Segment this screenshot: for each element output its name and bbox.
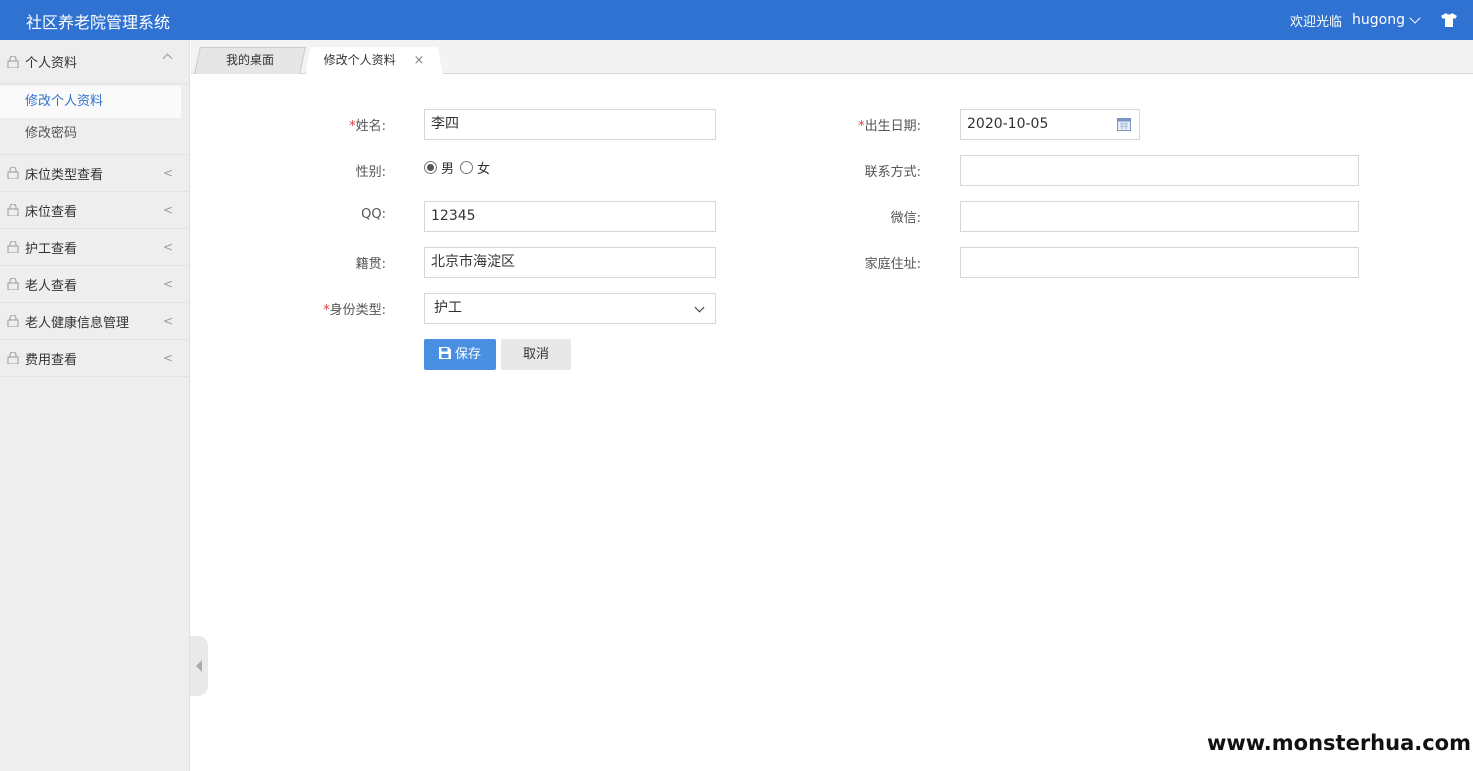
chevron-left-icon: < xyxy=(162,351,173,365)
identity-label: *身份类型: xyxy=(291,299,386,318)
tab-desktop[interactable]: 我的桌面 xyxy=(194,47,306,74)
address-label: 家庭住址: xyxy=(864,257,921,272)
gender-radio-group: 男 女 xyxy=(424,158,490,177)
sidebar-group-profile[interactable]: 个人资料 xyxy=(0,40,189,84)
name-input[interactable]: 李四 xyxy=(424,109,716,140)
header-user-area: 欢迎光临 hugong xyxy=(1290,0,1457,40)
tab-bar: 我的桌面 修改个人资料 × xyxy=(191,40,1473,74)
cancel-button[interactable]: 取消 xyxy=(501,339,571,370)
identity-select[interactable]: 护工 xyxy=(424,293,716,324)
app-title: 社区养老院管理系统 xyxy=(26,13,171,32)
address-input[interactable] xyxy=(960,247,1359,278)
contact-input[interactable] xyxy=(960,155,1359,186)
sidebar-item-change-password[interactable]: 修改密码 xyxy=(0,118,189,150)
chevron-up-icon xyxy=(162,53,173,64)
name-label: *姓名: xyxy=(291,115,386,134)
lock-icon xyxy=(7,55,19,68)
sidebar-group-label: 床位查看 xyxy=(25,204,78,220)
lock-icon xyxy=(7,241,19,253)
sidebar-group-label: 老人健康信息管理 xyxy=(25,315,130,331)
chevron-left-icon: < xyxy=(162,277,173,291)
chevron-left-icon: < xyxy=(162,240,173,254)
sidebar-group-elders[interactable]: 老人查看 < xyxy=(0,266,189,303)
watermark-text: www.monsterhua.com xyxy=(1206,731,1471,755)
sidebar-group-label: 费用查看 xyxy=(25,352,78,368)
profile-form: *姓名: 李四 *出生日期: 2020-10-05 性别: 男 女 联系方式: … xyxy=(191,74,1473,771)
chevron-left-icon: < xyxy=(162,203,173,217)
save-label: 保存 xyxy=(454,347,481,362)
gender-male-label: 男 xyxy=(441,162,455,177)
sidebar-group-health[interactable]: 老人健康信息管理 < xyxy=(0,303,189,340)
top-header: 社区养老院管理系统 欢迎光临 hugong xyxy=(0,0,1473,40)
hometown-input[interactable]: 北京市海淀区 xyxy=(424,247,716,278)
qq-input[interactable]: 12345 xyxy=(424,201,716,232)
sidebar-group-bed-types[interactable]: 床位类型查看 < xyxy=(0,155,189,192)
birthday-label-text: 出生日期: xyxy=(864,119,921,134)
qq-label: QQ: xyxy=(361,207,386,222)
chevron-left-icon: < xyxy=(162,314,173,328)
save-button[interactable]: 保存 xyxy=(424,339,496,370)
identity-label-text: 身份类型: xyxy=(329,303,386,318)
welcome-text: 欢迎光临 xyxy=(1290,14,1343,30)
hometown-label: 籍贯: xyxy=(355,257,386,272)
name-label-text: 姓名: xyxy=(355,119,386,134)
user-menu-button[interactable]: hugong xyxy=(1352,12,1421,28)
tab-label: 我的桌面 xyxy=(225,53,274,67)
chevron-left-icon: < xyxy=(162,166,173,180)
sidebar-group-label: 个人资料 xyxy=(25,56,78,71)
birthday-label: *出生日期: xyxy=(811,115,921,134)
wechat-input[interactable] xyxy=(960,201,1359,232)
sidebar-group-label: 护工查看 xyxy=(25,241,78,257)
lock-icon xyxy=(7,167,19,179)
calendar-icon[interactable] xyxy=(1117,118,1131,131)
lock-icon xyxy=(7,352,19,364)
sidebar-group-caregivers[interactable]: 护工查看 < xyxy=(0,229,189,266)
floppy-disk-icon xyxy=(438,347,451,359)
chevron-down-icon xyxy=(694,302,705,313)
gender-female-radio[interactable] xyxy=(460,161,474,174)
sidebar-group-fees[interactable]: 费用查看 < xyxy=(0,340,189,377)
contact-label: 联系方式: xyxy=(864,165,921,180)
shirt-icon[interactable] xyxy=(1441,13,1457,27)
birthday-value: 2020-10-05 xyxy=(967,116,1049,132)
sidebar-sub-list: 修改个人资料 修改密码 xyxy=(0,84,189,155)
sidebar: 个人资料 修改个人资料 修改密码 床位类型查看 < 床位查看 < 护工查看 < … xyxy=(0,40,190,771)
chevron-down-icon xyxy=(1409,12,1421,24)
close-icon[interactable]: × xyxy=(413,53,424,68)
sidebar-group-beds[interactable]: 床位查看 < xyxy=(0,192,189,229)
username-label: hugong xyxy=(1352,12,1405,28)
lock-icon xyxy=(7,204,19,216)
sidebar-item-edit-profile[interactable]: 修改个人资料 xyxy=(0,86,181,118)
gender-female-label: 女 xyxy=(477,162,491,177)
identity-selected-value: 护工 xyxy=(434,300,462,316)
lock-icon xyxy=(7,315,19,327)
gender-male-radio[interactable] xyxy=(424,161,437,174)
wechat-label: 微信: xyxy=(890,211,921,226)
lock-icon xyxy=(7,278,19,290)
birthday-date-input[interactable]: 2020-10-05 xyxy=(960,109,1140,140)
sidebar-group-label: 老人查看 xyxy=(25,278,78,294)
tab-label: 修改个人资料 xyxy=(323,53,396,67)
gender-label: 性别: xyxy=(355,165,386,180)
tab-edit-profile[interactable]: 修改个人资料 × xyxy=(305,47,443,74)
sidebar-group-label: 床位类型查看 xyxy=(25,167,104,183)
